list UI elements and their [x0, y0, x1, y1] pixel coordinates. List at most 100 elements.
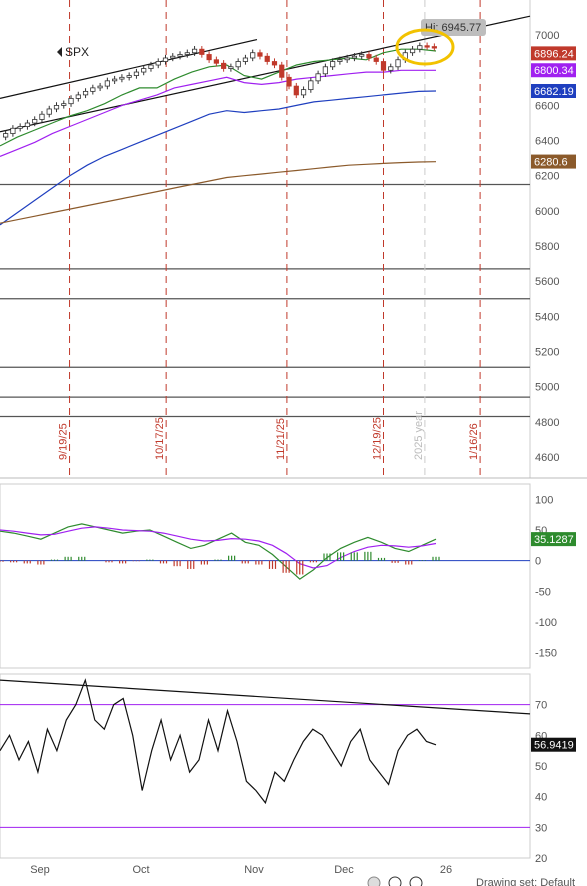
- candle-body: [286, 76, 292, 87]
- price-tag-label: 6682.19: [534, 86, 574, 98]
- candle-body: [300, 89, 307, 96]
- candle-body: [257, 52, 263, 57]
- candle-body: [395, 59, 401, 68]
- candle-body: [380, 61, 387, 71]
- candle-body: [39, 113, 45, 120]
- x-month-label: Dec: [334, 864, 354, 876]
- price-y-tick: 7000: [535, 30, 559, 42]
- price-y-tick: 5600: [535, 276, 559, 288]
- price-plot-bg: [0, 0, 530, 478]
- candle-body: [46, 108, 52, 115]
- price-y-tick: 4800: [535, 417, 559, 429]
- candle-body: [184, 52, 190, 55]
- rsi-y-tick: 20: [535, 853, 547, 865]
- candle-body: [293, 85, 299, 96]
- candle-body: [177, 54, 183, 57]
- candle-body: [315, 73, 321, 82]
- rsi-y-tick: 70: [535, 700, 547, 712]
- footer-toolbar[interactable]: Drawing set: Default: [367, 876, 575, 886]
- date-marker-label: 10/17/25: [154, 417, 166, 460]
- year-marker-label: 2025 year: [413, 411, 425, 460]
- date-marker-label: 9/19/25: [58, 423, 70, 460]
- zoom-in-icon[interactable]: [388, 876, 402, 886]
- candle-body: [337, 59, 343, 62]
- candle-body: [191, 48, 198, 54]
- candle-body: [264, 55, 270, 62]
- candle-body: [344, 57, 350, 61]
- rsi-y-tick: 40: [535, 792, 547, 804]
- price-tag-label: 6280.6: [534, 157, 568, 169]
- crosshair-icon[interactable]: [409, 876, 423, 886]
- candle-body: [388, 66, 394, 71]
- price-y-tick: 5200: [535, 346, 559, 358]
- candle-body: [148, 64, 154, 69]
- candle-body: [133, 71, 140, 76]
- x-month-label: Oct: [132, 864, 149, 876]
- macd-plot-bg: [0, 483, 531, 669]
- macd-y-tick: 100: [535, 494, 553, 506]
- price-y-tick: 6600: [535, 100, 559, 112]
- macd-y-tick: -50: [535, 586, 551, 598]
- macd-value-tag: 35.1287: [534, 534, 574, 546]
- macd-y-tick: 0: [535, 556, 541, 568]
- chart-canvas[interactable]: 7000680066006400620060005800560054005200…: [0, 0, 587, 886]
- candle-body: [409, 48, 416, 54]
- x-axis: Sep Oct Nov Dec 26: [30, 864, 452, 876]
- candle-body: [206, 54, 212, 61]
- candle-body: [322, 66, 328, 75]
- candle-body: [417, 45, 423, 50]
- rsi-panel[interactable]: 70605040302056.9419: [0, 673, 576, 865]
- candle-body: [112, 78, 118, 82]
- x-month-label: Nov: [244, 864, 264, 876]
- rsi-value-tag: 56.9419: [534, 740, 574, 752]
- svg-text:SPX: SPX: [65, 45, 89, 59]
- candle-body: [53, 105, 60, 110]
- rsi-plot-bg: [0, 673, 531, 859]
- candle-body: [228, 66, 234, 69]
- candle-body: [359, 54, 365, 57]
- candle-body: [308, 80, 314, 91]
- price-y-tick: 6200: [535, 171, 559, 183]
- candle-body: [170, 55, 176, 59]
- price-tag-label: 6896.24: [534, 48, 574, 60]
- candle-body: [90, 87, 96, 92]
- zoom-out-icon[interactable]: [367, 876, 381, 886]
- macd-panel[interactable]: 100500-50-100-15035.1287: [0, 483, 576, 669]
- price-y-tick: 5000: [535, 382, 559, 394]
- price-y-tick: 6000: [535, 206, 559, 218]
- candle-body: [250, 52, 256, 59]
- candle-body: [431, 46, 437, 49]
- candle-body: [97, 85, 103, 89]
- candle-body: [279, 64, 285, 78]
- candle-body: [221, 62, 227, 69]
- date-marker-label: 12/19/25: [372, 417, 384, 460]
- rsi-y-tick: 30: [535, 822, 547, 834]
- macd-y-tick: -100: [535, 617, 557, 629]
- candle-body: [271, 61, 278, 66]
- candle-body: [32, 119, 38, 124]
- hi-tooltip: Hi: 6945.77: [421, 19, 486, 36]
- x-month-label: 26: [440, 864, 452, 876]
- svg-text:Drawing set: Default: Drawing set: Default: [476, 877, 575, 886]
- price-panel[interactable]: 7000680066006400620060005800560054005200…: [0, 0, 587, 479]
- candle-body: [17, 126, 23, 129]
- candle-body: [162, 57, 169, 62]
- x-month-label: Sep: [30, 864, 50, 876]
- candle-body: [119, 76, 125, 80]
- candle-body: [24, 122, 31, 127]
- candle-body: [104, 80, 110, 87]
- price-y-tick: 6400: [535, 136, 559, 148]
- candle-body: [235, 61, 241, 68]
- candle-body: [373, 57, 379, 62]
- candle-body: [82, 90, 89, 96]
- rsi-y-tick: 50: [535, 761, 547, 773]
- candle-body: [126, 75, 132, 78]
- candle-body: [199, 48, 205, 55]
- date-marker-label: 1/16/26: [468, 423, 480, 460]
- candle-body: [155, 61, 161, 66]
- candle-body: [61, 103, 67, 106]
- candle-body: [10, 127, 16, 134]
- candle-body: [366, 54, 372, 59]
- candle-body: [213, 59, 219, 64]
- candle-body: [330, 61, 336, 68]
